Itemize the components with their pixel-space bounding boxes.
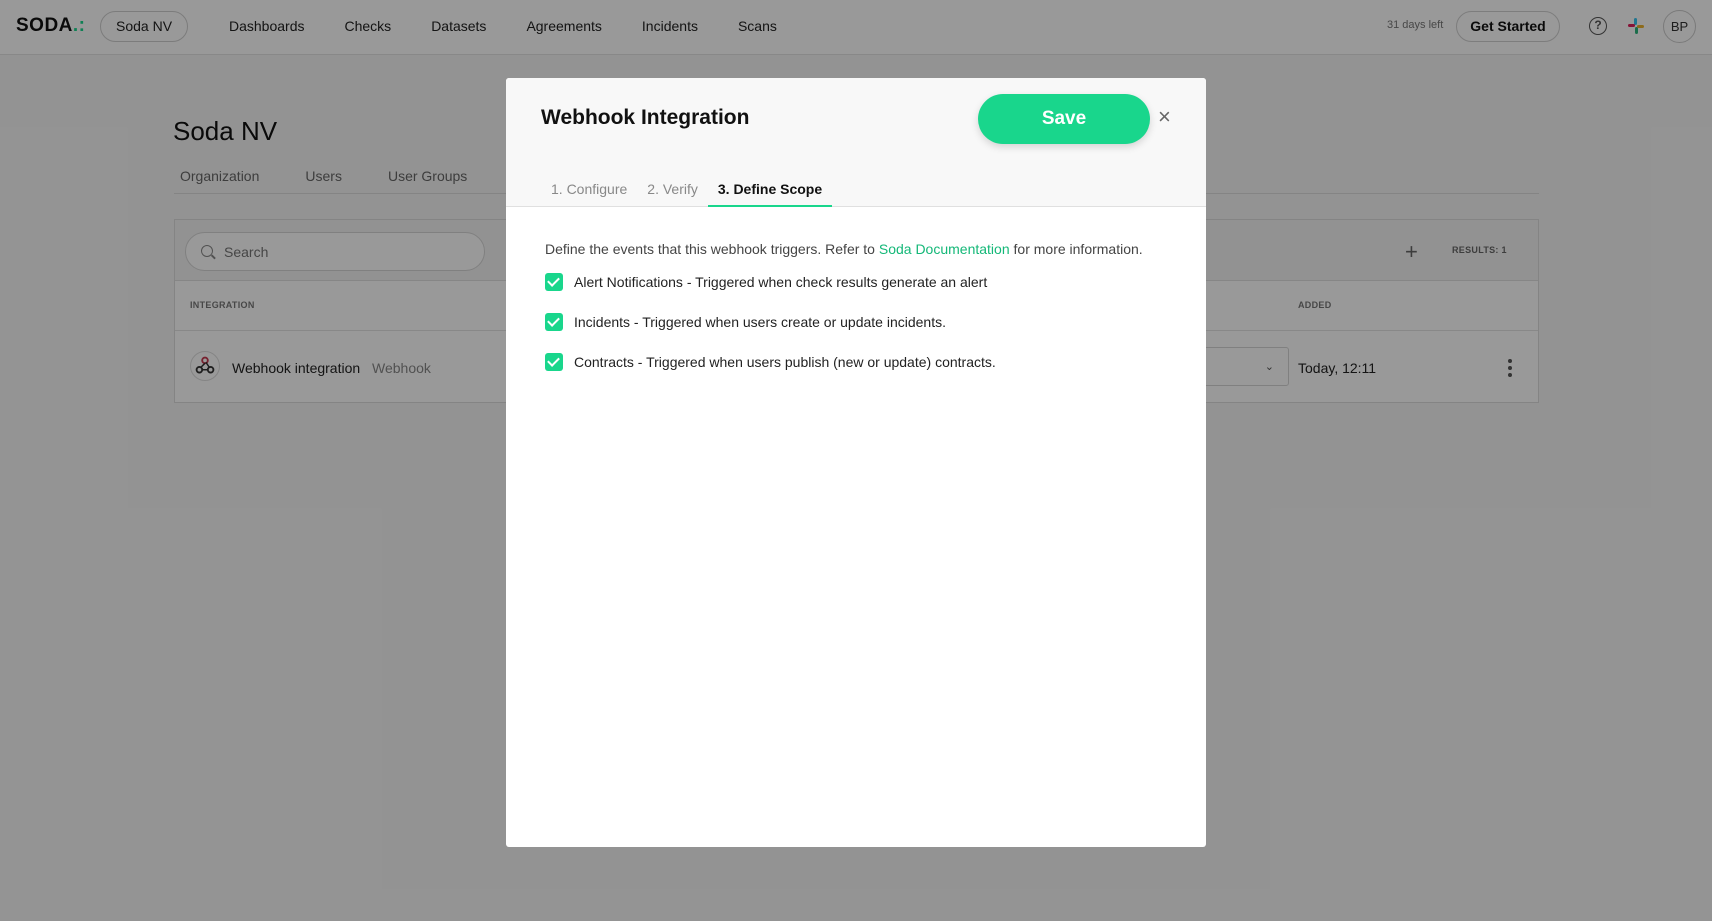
option-label: Alert Notifications - Triggered when che… [574,274,988,290]
scope-intro: Define the events that this webhook trig… [545,241,1185,257]
modal-title: Webhook Integration [541,106,750,129]
intro-text-before: Define the events that this webhook trig… [545,241,879,257]
option-label: Incidents - Triggered when users create … [574,314,946,330]
step-configure[interactable]: 1. Configure [541,181,637,207]
option-incidents[interactable]: Incidents - Triggered when users create … [545,313,946,331]
step-define-scope[interactable]: 3. Define Scope [707,181,833,207]
close-icon[interactable]: × [1158,106,1171,128]
check-icon[interactable] [545,273,563,291]
modal-body: Define the events that this webhook trig… [545,241,1185,371]
webhook-integration-modal: Webhook Integration Save × 1. Configure … [506,78,1206,847]
check-icon[interactable] [545,353,563,371]
option-label: Contracts - Triggered when users publish… [574,354,996,370]
option-alert-notifications[interactable]: Alert Notifications - Triggered when che… [545,273,987,291]
intro-text-after: for more information. [1009,241,1143,257]
save-button[interactable]: Save [978,94,1150,144]
soda-documentation-link[interactable]: Soda Documentation [879,241,1010,257]
wizard-steps: 1. Configure 2. Verify 3. Define Scope [541,181,833,207]
modal-header: Webhook Integration Save × 1. Configure … [506,78,1206,207]
option-contracts[interactable]: Contracts - Triggered when users publish… [545,353,996,371]
check-icon[interactable] [545,313,563,331]
step-verify[interactable]: 2. Verify [637,181,708,207]
